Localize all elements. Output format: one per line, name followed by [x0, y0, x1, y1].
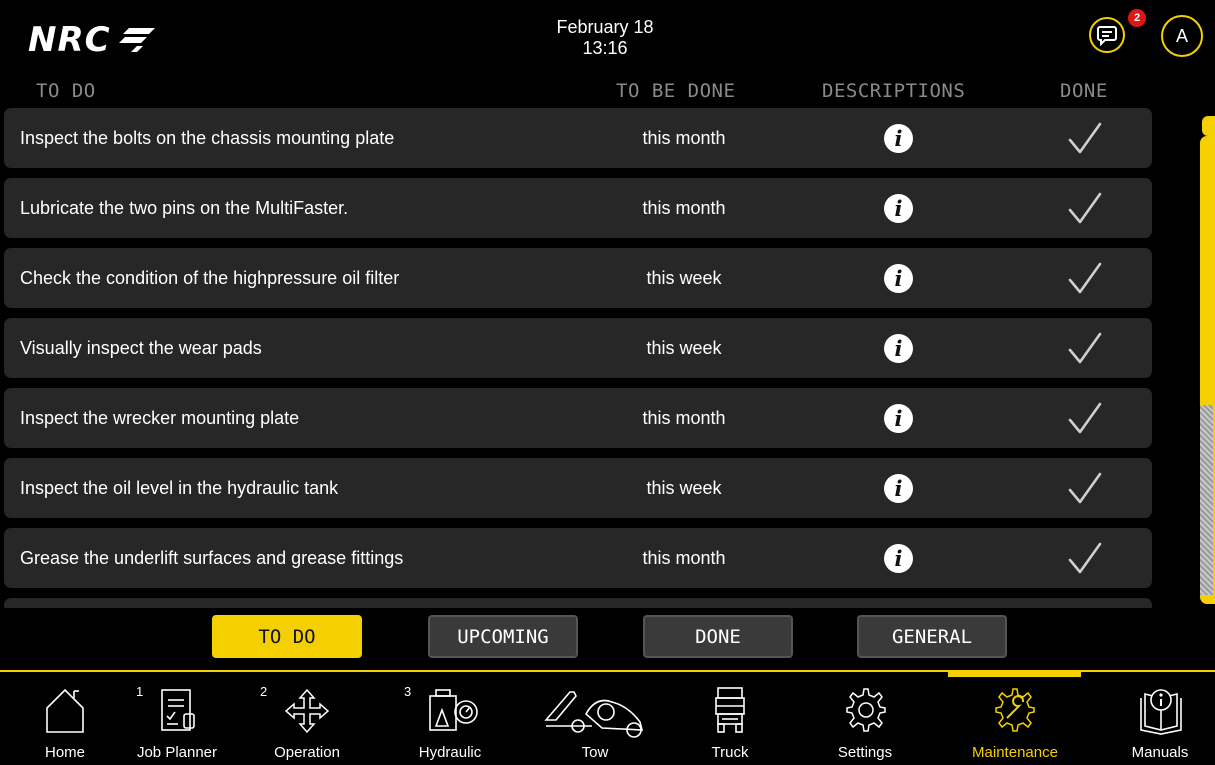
task-text: Check the condition of the highpressure … [20, 268, 400, 288]
messages-button[interactable] [1089, 17, 1125, 53]
nav-number-operation: 2 [260, 684, 268, 699]
nav-number-job-planner: 1 [136, 684, 144, 699]
nav-item-hydraulic[interactable]: 3 Hydraulic [400, 680, 500, 763]
info-icon[interactable]: i [884, 194, 913, 223]
task-text: Visually inspect the wear pads [20, 338, 262, 358]
nav-item-maintenance[interactable]: Maintenance [955, 680, 1075, 763]
nav-number-hydraulic: 3 [404, 684, 412, 699]
checkmark-icon[interactable] [1068, 122, 1102, 159]
checkmark-icon[interactable] [1068, 332, 1102, 369]
logo-stripes-icon [118, 28, 155, 52]
scrollbar-top-cap[interactable] [1202, 116, 1215, 136]
task-row[interactable]: Inspect the oil level in the hydraulic t… [4, 458, 1152, 518]
nav-item-home[interactable]: Home [30, 680, 100, 763]
nav-label-hydraulic: Hydraulic [418, 744, 482, 761]
task-text: Inspect the oil level in the hydraulic t… [20, 478, 339, 498]
wrench-gear-icon [995, 688, 1035, 732]
column-header-todo: TO DO [36, 80, 96, 102]
task-due: this week [646, 338, 722, 358]
datetime: February 18 13:16 [540, 17, 670, 59]
task-row[interactable]: Lubricate the two pins on the MultiFaste… [4, 178, 1152, 238]
task-row[interactable]: Inspect the bolts on the chassis mountin… [4, 108, 1152, 168]
checkmark-icon[interactable] [1068, 402, 1102, 439]
nav-item-tow[interactable]: Tow [530, 680, 660, 763]
checkmark-icon[interactable] [1068, 192, 1102, 229]
nav-item-truck[interactable]: Truck [690, 680, 770, 763]
nav-item-operation[interactable]: 2 Operation [252, 680, 362, 763]
manual-book-icon [1140, 689, 1182, 735]
task-text: Inspect the bolts on the chassis mountin… [20, 128, 395, 148]
task-list[interactable]: Inspect the bolts on the chassis mountin… [4, 108, 1152, 608]
info-icon[interactable]: i [884, 334, 913, 363]
tab-general[interactable]: GENERAL [857, 615, 1007, 658]
nrc-logo: NRC [28, 20, 155, 60]
task-due: this month [642, 128, 726, 148]
nav-item-settings[interactable]: Settings [820, 680, 910, 763]
tow-truck-icon [544, 691, 644, 738]
task-row[interactable]: Check the condition of the highpressure … [4, 248, 1152, 308]
task-text: Inspect the wrecker mounting plate [20, 408, 300, 428]
info-icon[interactable]: i [884, 544, 913, 573]
task-row-partial[interactable] [4, 598, 1152, 608]
hydraulic-gauge-icon [429, 689, 478, 731]
logo-text: NRC [28, 20, 111, 60]
nav-label-settings: Settings [837, 744, 893, 761]
date-text: February 18 [556, 17, 654, 37]
top-bar: NRC February 18 13:16 2 A [0, 0, 1215, 78]
checkmark-icon[interactable] [1068, 542, 1102, 579]
column-header-descriptions: DESCRIPTIONS [822, 80, 966, 102]
chat-icon [1097, 26, 1117, 46]
tab-upcoming[interactable]: UPCOMING [428, 615, 578, 658]
column-header-done: DONE [1060, 80, 1108, 102]
info-icon[interactable]: i [884, 124, 913, 153]
task-row[interactable]: Visually inspect the wear pads this week i [4, 318, 1152, 378]
checkmark-icon[interactable] [1068, 472, 1102, 509]
nav-item-manuals[interactable]: Manuals [1115, 680, 1205, 763]
task-text: Grease the underlift surfaces and grease… [20, 548, 404, 568]
tab-done[interactable]: DONE [643, 615, 793, 658]
task-due: this month [642, 548, 726, 568]
tab-todo[interactable]: TO DO [212, 615, 362, 658]
user-initial: A [1175, 25, 1188, 46]
task-due: this week [646, 478, 722, 498]
nav-label-manuals: Manuals [1131, 744, 1189, 761]
column-header-to-be-done: TO BE DONE [616, 80, 736, 102]
task-due: this month [642, 198, 726, 218]
nav-item-job-planner[interactable]: 1 Job Planner [126, 680, 228, 763]
scrollbar-hatch [1200, 405, 1213, 595]
nav-label-operation: Operation [274, 744, 340, 761]
task-due: this month [642, 408, 726, 428]
task-text: Lubricate the two pins on the MultiFaste… [20, 198, 349, 218]
checkmark-icon[interactable] [1068, 262, 1102, 299]
info-icon[interactable]: i [884, 264, 913, 293]
nav-label-home: Home [44, 744, 85, 761]
truck-front-icon [715, 687, 745, 733]
nav-label-maintenance: Maintenance [972, 744, 1058, 761]
task-row[interactable]: Inspect the wrecker mounting plate this m… [4, 388, 1152, 448]
nav-label-job-planner: Job Planner [136, 744, 218, 761]
move-arrows-icon [284, 688, 330, 734]
info-icon[interactable]: i [884, 474, 913, 503]
home-icon [46, 688, 84, 733]
task-due: this week [646, 268, 722, 288]
nav-label-tow: Tow [581, 744, 609, 761]
nav-active-indicator [948, 672, 1081, 677]
nav-label-truck: Truck [711, 744, 749, 761]
notification-badge: 2 [1128, 9, 1146, 27]
job-planner-icon [161, 689, 195, 731]
time-text: 13:16 [582, 38, 628, 58]
task-row[interactable]: Grease the underlift surfaces and grease… [4, 528, 1152, 588]
user-avatar-button[interactable]: A [1161, 15, 1203, 57]
gear-icon [846, 688, 886, 732]
info-icon[interactable]: i [884, 404, 913, 433]
